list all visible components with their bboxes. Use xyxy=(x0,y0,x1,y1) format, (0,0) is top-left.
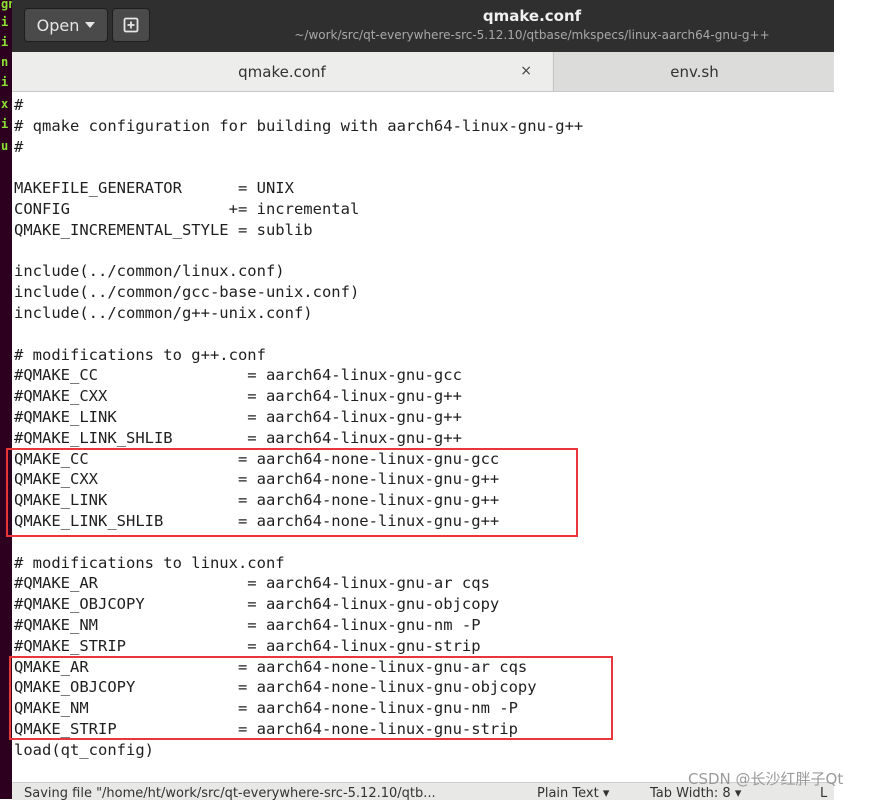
tab-env-sh[interactable]: env.sh xyxy=(553,52,835,91)
status-message: Saving file "/home/ht/work/src/qt-everyw… xyxy=(24,786,436,800)
window-titlebar: Open qmake.conf ~/work/src/qt-everywhere… xyxy=(12,0,834,52)
tab-bar: qmake.conf × env.sh xyxy=(12,52,835,92)
window-title: qmake.conf xyxy=(482,7,582,25)
language-selector[interactable]: Plain Text ▾ xyxy=(537,786,609,800)
terminal-char: i xyxy=(1,117,9,131)
tab-label: env.sh xyxy=(670,62,719,81)
desktop-background xyxy=(834,0,895,799)
tab-qmake-conf[interactable]: qmake.conf × xyxy=(12,52,552,91)
close-tab-icon[interactable]: × xyxy=(520,63,532,79)
tab-label: qmake.conf xyxy=(238,62,326,81)
highlight-box-binutils xyxy=(9,656,613,740)
window-path: ~/work/src/qt-everywhere-src-5.12.10/qtb… xyxy=(294,28,770,42)
terminal-char: i xyxy=(1,15,9,29)
open-button-label: Open xyxy=(36,15,80,35)
terminal-char: u xyxy=(1,139,9,153)
open-button[interactable]: Open xyxy=(24,8,108,42)
highlight-box-compiler xyxy=(6,448,578,537)
new-document-icon xyxy=(123,17,139,33)
terminal-char: x xyxy=(1,97,9,111)
watermark: CSDN @长沙红胖子Qt xyxy=(688,770,844,788)
terminal-char: i xyxy=(1,75,9,89)
new-document-button[interactable] xyxy=(112,8,150,42)
dropdown-caret-icon xyxy=(85,22,96,28)
terminal-char: n xyxy=(1,55,9,69)
terminal-char: i xyxy=(1,35,9,49)
